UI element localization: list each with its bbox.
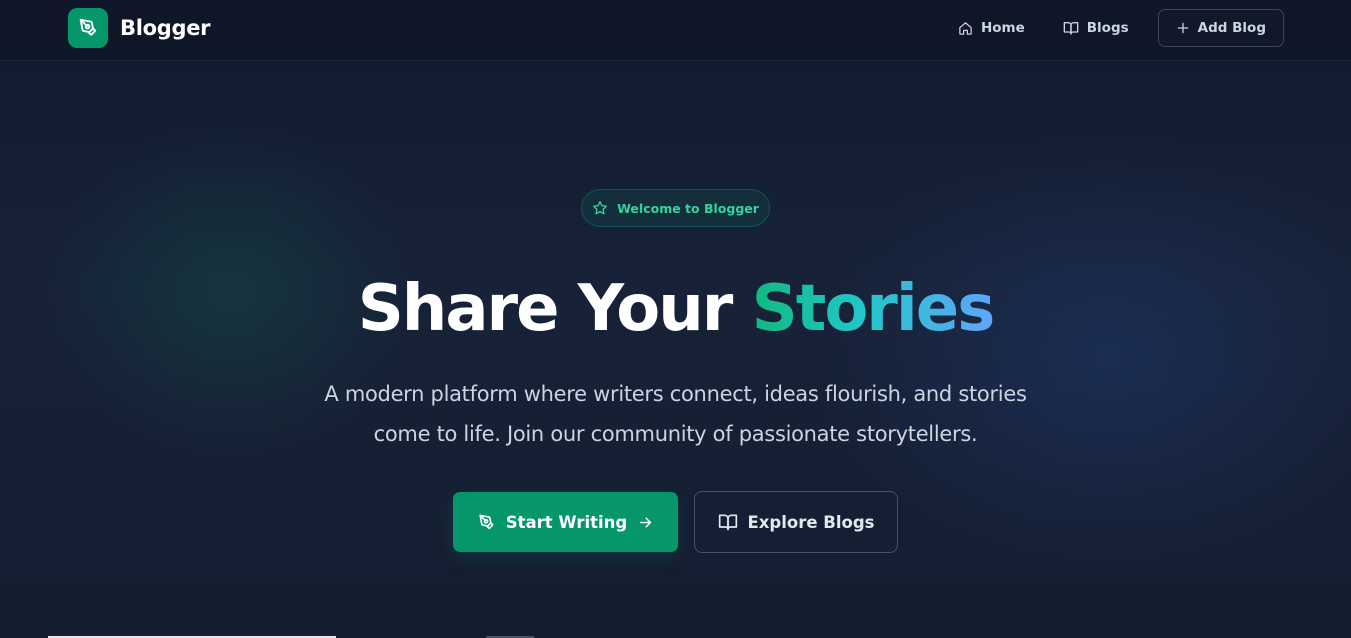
main-nav: Home Blogs Add Blog [958,9,1284,47]
brand-link[interactable]: Blogger [68,8,211,48]
pen-tool-icon [477,513,496,532]
headline-accent: Stories [751,272,996,346]
headline-main: Share Your [357,272,752,346]
nav-blogs-link[interactable]: Blogs [1063,20,1129,36]
nav-home-link[interactable]: Home [958,20,1025,36]
explore-blogs-button[interactable]: Explore Blogs [694,491,898,553]
subtitle-line-1: A modern platform where writers connect,… [324,382,1027,406]
brand-logo [68,8,108,48]
hero-subtitle: A modern platform where writers connect,… [300,374,1051,454]
nav-blogs-label: Blogs [1086,20,1129,36]
welcome-badge-label: Welcome to Blogger [617,200,759,216]
explore-blogs-label: Explore Blogs [747,512,875,532]
welcome-badge: Welcome to Blogger [581,189,770,227]
star-icon [592,200,608,216]
start-writing-label: Start Writing [505,512,628,532]
nav-home-label: Home [980,20,1025,36]
page: Blogger Home Blogs Add Blog Welcome to B… [0,0,1351,638]
hero-headline: Share Your Stories [0,266,1351,352]
start-writing-button[interactable]: Start Writing [453,492,678,552]
plus-icon [1176,21,1190,35]
navbar: Blogger Home Blogs Add Blog [0,0,1351,61]
pen-tool-icon [77,17,99,39]
subtitle-line-2: come to life. Join our community of pass… [373,422,978,446]
book-open-icon [1063,20,1079,36]
brand-name: Blogger [120,16,211,40]
home-icon [958,21,973,36]
add-blog-button[interactable]: Add Blog [1157,9,1284,47]
arrow-right-icon [637,514,654,531]
add-blog-label: Add Blog [1197,20,1266,36]
book-open-icon [718,512,738,532]
